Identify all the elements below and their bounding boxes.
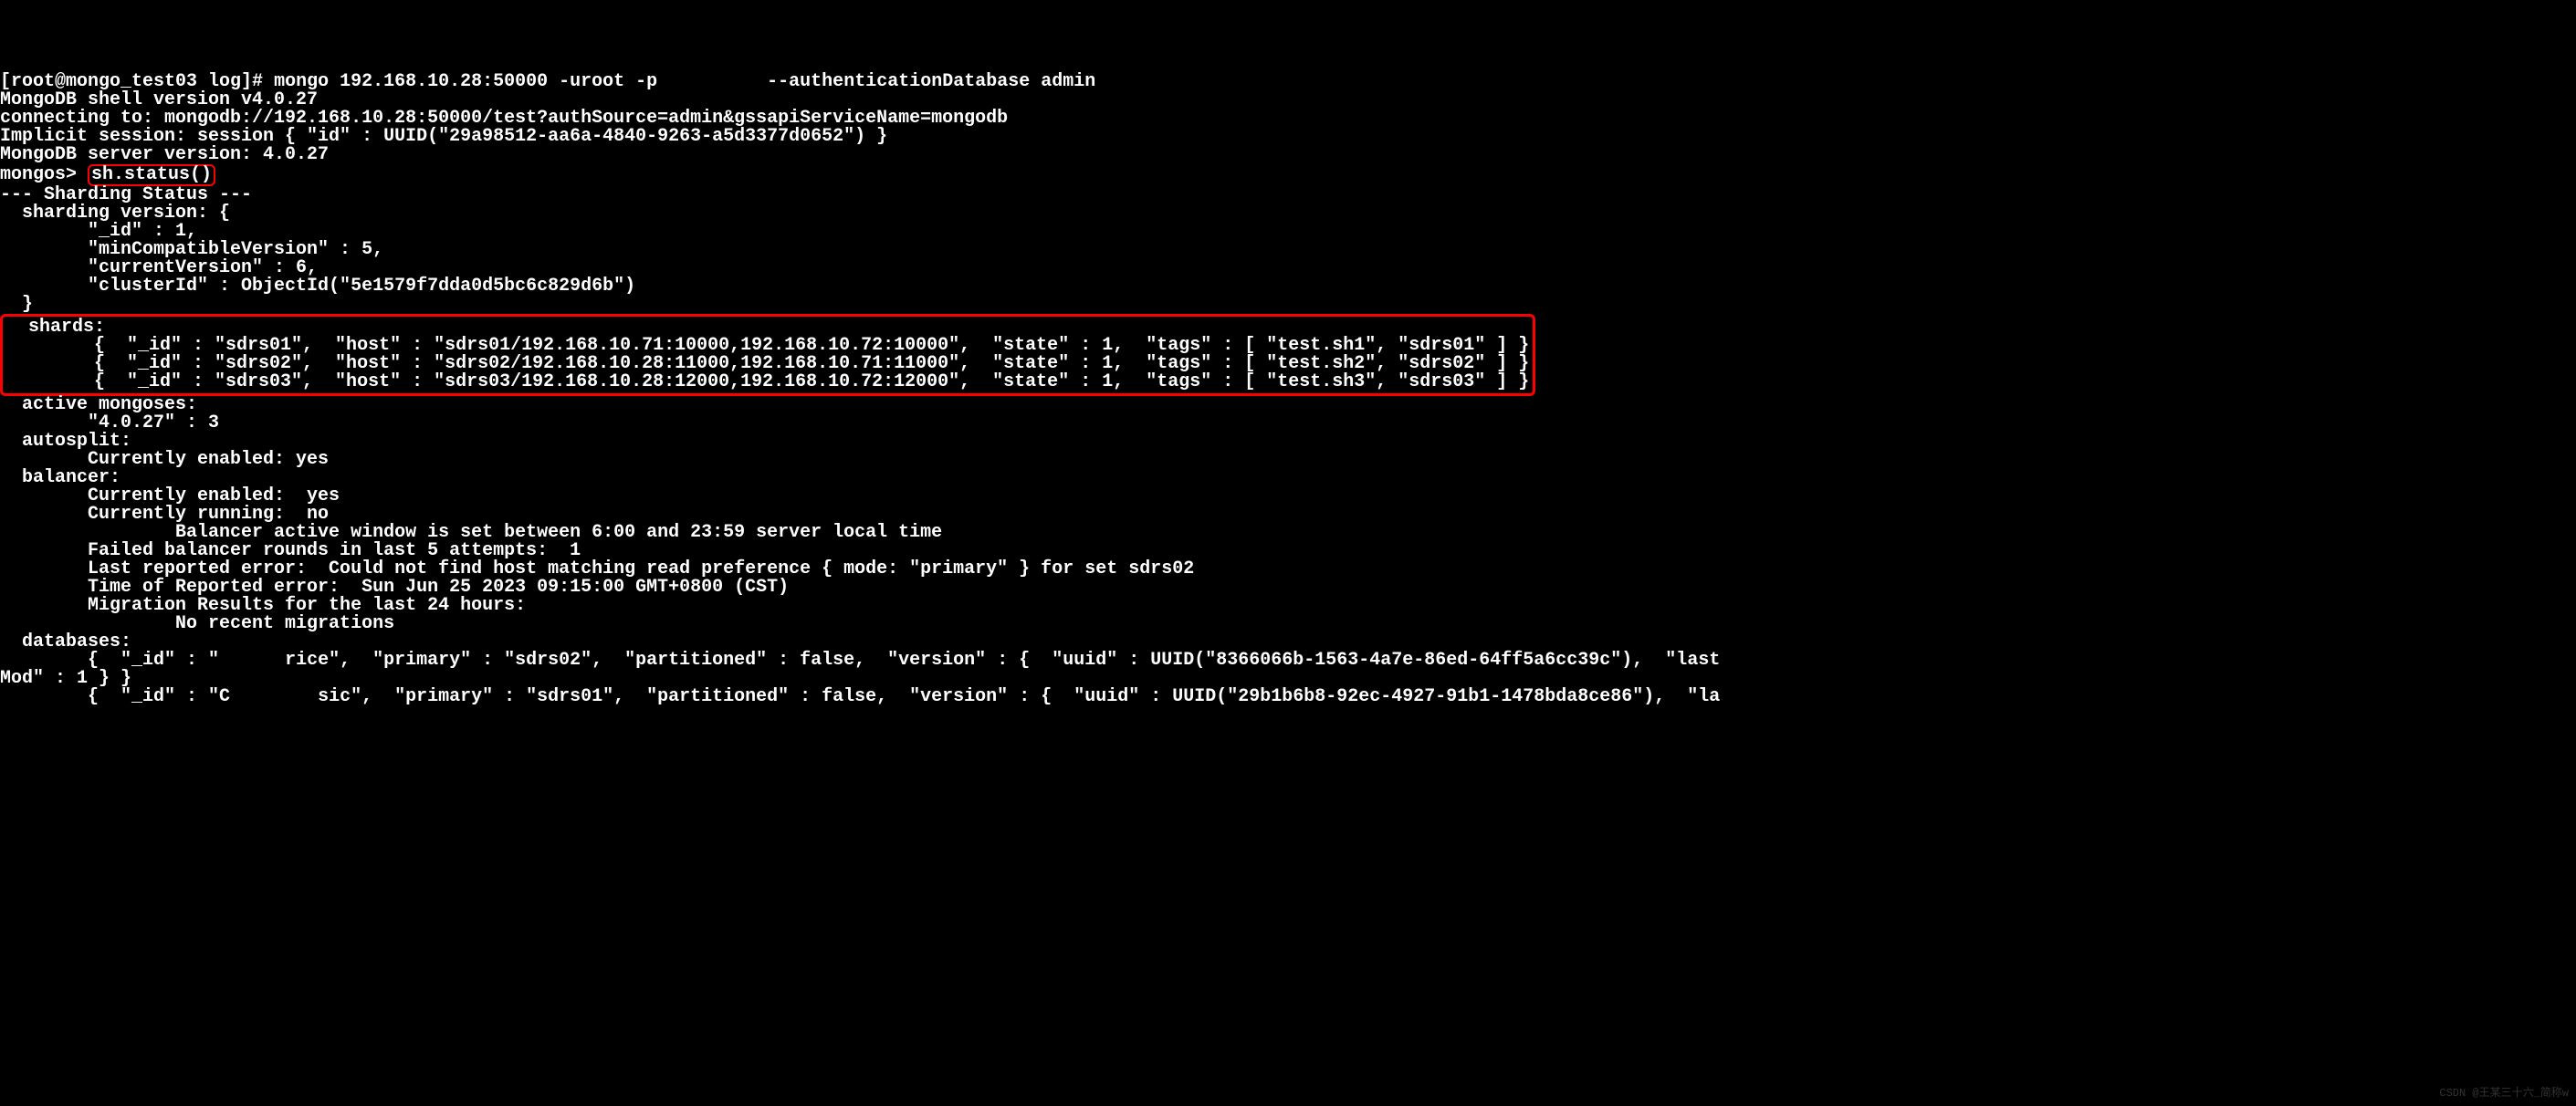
balancer-error: Last reported error: Could not find host… (0, 560, 2576, 579)
shard-entry-2: { "_id" : "sdrs02", "host" : "sdrs02/192… (6, 355, 1529, 373)
sv-mincompat: "minCompatibleVersion" : 5, (0, 241, 2576, 259)
balancer-label: balancer: (0, 469, 2576, 487)
mongo-command: mongo 192.168.10.28:50000 -uroot -p (274, 71, 657, 92)
connecting-line: connecting to: mongodb://192.168.10.28:5… (0, 110, 2576, 128)
databases-label: databases: (0, 633, 2576, 652)
terminal-output: [root@mongo_test03 log]# mongo 192.168.1… (0, 73, 2576, 706)
database-entry-2: { "_id" : "C sic", "primary" : "sdrs01",… (0, 688, 2576, 706)
balancer-window: Balancer active window is set between 6:… (0, 524, 2576, 542)
sharding-status-title: --- Sharding Status --- (0, 186, 2576, 204)
mongos-prompt: mongos> (0, 164, 88, 185)
db2-post: sic", "primary" : "sdrs01", "partitioned… (318, 686, 1720, 707)
migration-value: No recent migrations (0, 615, 2576, 633)
autosplit-value: Currently enabled: yes (0, 451, 2576, 469)
watermark: CSDN @王某三十六_简称w (2439, 1088, 2569, 1099)
database-entry-1: { "_id" : " rice", "primary" : "sdrs02",… (0, 652, 2576, 670)
implicit-session: Implicit session: session { "id" : UUID(… (0, 128, 2576, 146)
migration-header: Migration Results for the last 24 hours: (0, 597, 2576, 615)
sharding-version-open: sharding version: { (0, 204, 2576, 223)
active-mongoses-value: "4.0.27" : 3 (0, 414, 2576, 433)
shard-entry-1: { "_id" : "sdrs01", "host" : "sdrs01/192… (6, 337, 1529, 355)
db1-post: rice", "primary" : "sdrs02", "partitione… (285, 650, 1720, 671)
active-mongoses-label: active mongoses: (0, 396, 2576, 414)
balancer-error-time: Time of Reported error: Sun Jun 25 2023 … (0, 579, 2576, 597)
database-entry-1-cont: Mod" : 1 } } (0, 670, 2576, 688)
balancer-running: Currently running: no (0, 506, 2576, 524)
mongo-command-tail: --authenticationDatabase admin (756, 71, 1095, 92)
sv-current: "currentVersion" : 6, (0, 259, 2576, 277)
sv-clusterid: "clusterId" : ObjectId("5e1579f7dda0d5bc… (0, 277, 2576, 296)
sh-status-command: sh.status() (88, 164, 215, 186)
server-version: MongoDB server version: 4.0.27 (0, 146, 2576, 164)
shell-version: MongoDB shell version v4.0.27 (0, 91, 2576, 110)
sharding-version-close: } (0, 296, 2576, 314)
shard-entry-3: { "_id" : "sdrs03", "host" : "sdrs03/192… (6, 373, 1529, 391)
db2-redacted (230, 686, 318, 707)
mongos-prompt-line: mongos> sh.status() (0, 164, 2576, 186)
sv-id: "_id" : 1, (0, 223, 2576, 241)
redacted-password: ********* (657, 71, 756, 92)
db1-redacted (219, 650, 285, 671)
balancer-failed: Failed balancer rounds in last 5 attempt… (0, 542, 2576, 560)
balancer-enabled: Currently enabled: yes (0, 487, 2576, 506)
autosplit-label: autosplit: (0, 433, 2576, 451)
db2-pre: { "_id" : "C (0, 686, 230, 707)
shards-label: shards: (6, 318, 1529, 337)
shards-highlight-box: shards: { "_id" : "sdrs01", "host" : "sd… (0, 314, 1535, 396)
shell-command-line: [root@mongo_test03 log]# mongo 192.168.1… (0, 73, 2576, 91)
